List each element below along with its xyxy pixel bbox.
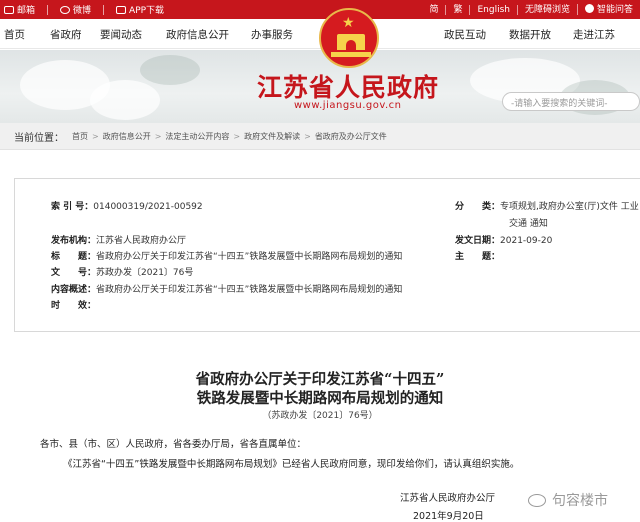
doc-number-value: 苏政办发〔2021〕76号 [96,268,194,278]
breadcrumb-item[interactable]: 首页 [72,131,88,142]
national-emblem: ★ [319,8,379,68]
site-banner: 江苏省人民政府 www.jiangsu.gov.cn [0,50,640,123]
breadcrumb-item[interactable]: 政府文件及解读 [244,131,300,142]
doc-number-label: 文 号： [51,268,97,278]
chevron-right-icon: > [154,131,162,141]
nav-interaction[interactable]: 政民互动 [444,27,486,42]
smart-qa-link[interactable]: 智能问答 [576,4,640,15]
validity-label: 时 效： [51,301,97,311]
breadcrumb-label: 当前位置： [14,132,64,144]
issuer-label: 发布机构： [51,236,97,246]
chevron-right-icon: > [304,131,311,141]
wechat-icon [528,493,546,507]
nav-services[interactable]: 办事服务 [251,27,293,42]
simplified-chinese-link[interactable]: 简 [422,5,445,15]
summary-value: 省政府办公厅关于印发江苏省“十四五”铁路发展暨中长期路网布局规划的通知 [96,285,403,295]
category-value: 专项规划,政府办公室(厅)文件 工业 [500,202,639,212]
article-title-line1: 省政府办公厅关于印发江苏省“十四五” [195,371,445,388]
app-icon [116,5,127,14]
issuer-value: 江苏省人民政府办公厅 [96,236,187,246]
english-link[interactable]: English [469,4,517,15]
nav-home[interactable]: 首页 [4,27,25,42]
nav-about-jiangsu[interactable]: 走进江苏 [573,27,615,42]
breadcrumb-item[interactable]: 政府信息公开 [103,131,151,142]
site-title: 江苏省人民政府 [257,73,440,102]
article-signature: 江苏省人民政府办公厅 [400,493,496,504]
article-date: 2021年9月20日 [413,511,484,522]
document-metadata: 索 引 号： 014000319/2021-00592 分 类： 专项规划,政府… [14,178,640,332]
nav-news[interactable]: 要闻动态 [100,27,142,42]
title-label: 标 题： [51,252,97,262]
nav-open-data[interactable]: 数据开放 [509,27,551,42]
category-label: 分 类： [455,202,501,212]
breadcrumb: 当前位置： 首页 > 政府信息公开 > 法定主动公开内容 > 政府文件及解读 >… [0,123,640,150]
issue-date-label: 发文日期： [455,236,501,246]
mail-link[interactable]: 邮箱 [4,3,35,16]
breadcrumb-item[interactable]: 法定主动公开内容 [165,131,229,142]
chevron-right-icon: > [233,131,241,141]
title-value: 省政府办公厅关于印发江苏省“十四五”铁路发展暨中长期路网布局规划的通知 [96,252,403,262]
index-label: 索 引 号： [51,202,94,212]
breadcrumb-item[interactable]: 省政府及办公厅文件 [315,131,387,142]
accessibility-link[interactable]: 无障碍浏览 [516,4,577,15]
topic-label: 主 题： [455,252,501,262]
issue-date-value: 2021-09-20 [500,236,553,246]
site-url: www.jiangsu.gov.cn [294,100,402,111]
weibo-icon [60,5,71,14]
traditional-chinese-link[interactable]: 繁 [445,4,469,15]
weibo-link[interactable]: 微博 [60,3,91,16]
chevron-right-icon: > [92,131,99,141]
article-doc-number: （苏政办发〔2021〕76号） [262,411,378,421]
search-input[interactable]: -请输入要搜索的关键词- [502,92,640,111]
app-download-link[interactable]: APP下载 [116,3,164,16]
watermark: 句容楼市 [528,490,608,510]
top-utility-bar: 邮箱 微博 APP下载 简 繁 English 无障碍浏览 智能问答 [0,0,640,19]
article-title-line2: 铁路发展暨中长期路网布局规划的通知 [196,390,444,407]
category-value-cont: 交通 通知 [509,219,548,229]
nav-info-disclosure[interactable]: 政府信息公开 [166,27,229,42]
article-body: 《江苏省“十四五”铁路发展暨中长期路网布局规划》已经省人民政府同意，现印发给你们… [63,459,520,470]
summary-label: 内容概述： [51,285,97,295]
index-value: 014000319/2021-00592 [93,202,203,212]
article-salutation: 各市、县（市、区）人民政府，省各委办厅局，省各直属单位： [40,439,307,450]
nav-provincial-government[interactable]: 省政府 [50,27,82,42]
assistant-icon [584,4,594,13]
mail-icon [4,5,14,14]
